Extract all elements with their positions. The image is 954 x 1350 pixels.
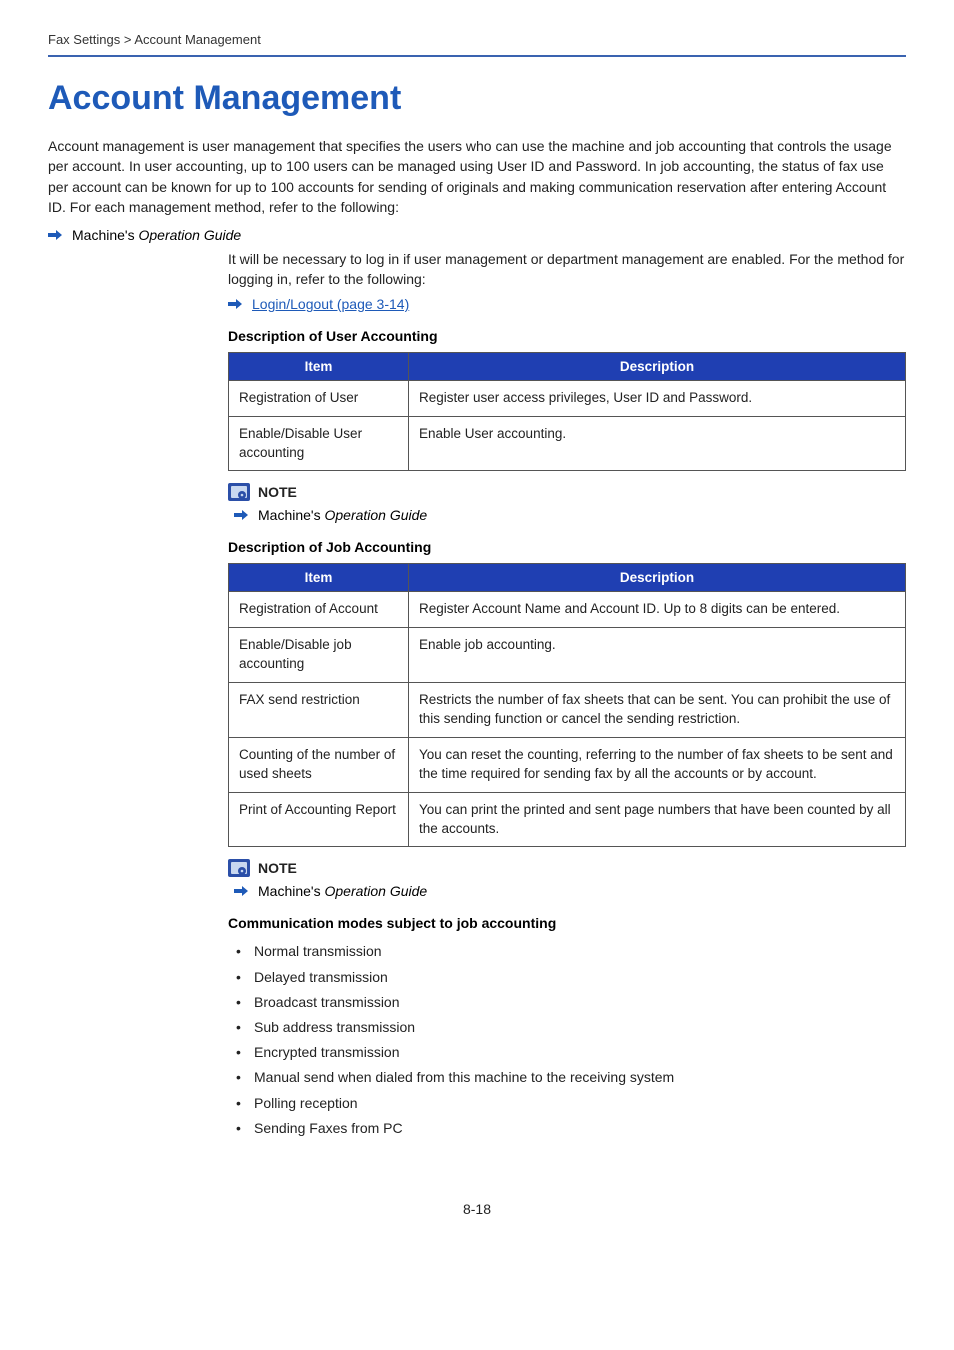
cell-desc: Register Account Name and Account ID. Up…	[409, 592, 906, 628]
note-label: NOTE	[258, 484, 297, 500]
cell-desc: Enable job accounting.	[409, 628, 906, 683]
list-item: Sending Faxes from PC	[250, 1116, 906, 1141]
note-block: NOTE	[228, 859, 906, 877]
arrow-right-icon	[228, 299, 242, 309]
cell-desc: You can print the printed and sent page …	[409, 792, 906, 847]
note-icon	[228, 483, 250, 501]
list-item: Normal transmission	[250, 939, 906, 964]
cell-desc: Restricts the number of fax sheets that …	[409, 683, 906, 738]
login-intro: It will be necessary to log in if user m…	[228, 249, 906, 290]
arrow-right-icon	[48, 230, 62, 240]
cell-item: Registration of Account	[229, 592, 409, 628]
table-row: Enable/Disable job accounting Enable job…	[229, 628, 906, 683]
ref-italic: Operation Guide	[324, 883, 427, 899]
table-row: Print of Accounting Report You can print…	[229, 792, 906, 847]
ref-prefix: Machine's	[258, 883, 324, 899]
ref-italic: Operation Guide	[324, 507, 427, 523]
cell-item: Counting of the number of used sheets	[229, 737, 409, 792]
user-accounting-heading: Description of User Accounting	[228, 328, 906, 344]
list-item: Polling reception	[250, 1091, 906, 1116]
table-row: Registration of Account Register Account…	[229, 592, 906, 628]
page-number: 8-18	[48, 1201, 906, 1217]
note-label: NOTE	[258, 860, 297, 876]
user-accounting-table: Item Description Registration of User Re…	[228, 352, 906, 472]
intro-paragraph: Account management is user management th…	[48, 136, 906, 217]
cell-item: Enable/Disable User accounting	[229, 416, 409, 471]
table-row: Registration of User Register user acces…	[229, 380, 906, 416]
page-title: Account Management	[48, 79, 906, 118]
list-item: Sub address transmission	[250, 1015, 906, 1040]
cell-item: Print of Accounting Report	[229, 792, 409, 847]
arrow-right-icon	[234, 510, 248, 520]
ref-italic: Operation Guide	[138, 227, 241, 243]
cell-desc: Enable User accounting.	[409, 416, 906, 471]
breadcrumb: Fax Settings > Account Management	[48, 32, 906, 57]
reference-line-top: Machine's Operation Guide	[48, 227, 906, 243]
job-accounting-heading: Description of Job Accounting	[228, 539, 906, 555]
ref-prefix: Machine's	[258, 507, 324, 523]
list-item: Manual send when dialed from this machin…	[250, 1065, 906, 1090]
login-logout-link[interactable]: Login/Logout (page 3-14)	[252, 296, 409, 312]
arrow-right-icon	[234, 886, 248, 896]
job-accounting-table: Item Description Registration of Account…	[228, 563, 906, 847]
note-icon	[228, 859, 250, 877]
cell-item: Enable/Disable job accounting	[229, 628, 409, 683]
table-row: Enable/Disable User accounting Enable Us…	[229, 416, 906, 471]
list-item: Delayed transmission	[250, 965, 906, 990]
th-item: Item	[229, 352, 409, 380]
cell-desc: Register user access privileges, User ID…	[409, 380, 906, 416]
list-item: Broadcast transmission	[250, 990, 906, 1015]
table-row: FAX send restriction Restricts the numbe…	[229, 683, 906, 738]
cell-item: FAX send restriction	[229, 683, 409, 738]
th-item: Item	[229, 564, 409, 592]
cell-item: Registration of User	[229, 380, 409, 416]
login-link-row: Login/Logout (page 3-14)	[228, 296, 906, 312]
modes-heading: Communication modes subject to job accou…	[228, 915, 906, 931]
reference-line-note2: Machine's Operation Guide	[234, 883, 906, 899]
th-desc: Description	[409, 352, 906, 380]
list-item: Encrypted transmission	[250, 1040, 906, 1065]
cell-desc: You can reset the counting, referring to…	[409, 737, 906, 792]
modes-list: Normal transmission Delayed transmission…	[228, 939, 906, 1141]
table-row: Counting of the number of used sheets Yo…	[229, 737, 906, 792]
ref-prefix: Machine's	[72, 227, 138, 243]
th-desc: Description	[409, 564, 906, 592]
note-block: NOTE	[228, 483, 906, 501]
reference-line-note1: Machine's Operation Guide	[234, 507, 906, 523]
